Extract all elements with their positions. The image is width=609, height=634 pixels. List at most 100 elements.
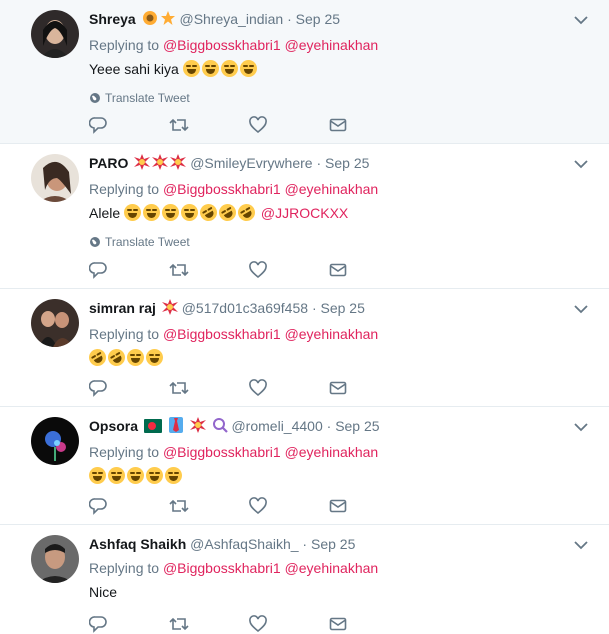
like-button[interactable] xyxy=(249,614,329,634)
display-name[interactable]: Shreya xyxy=(89,11,136,27)
tweet-3[interactable]: simran raj @517d01c3a69f458 · Sep 25 Rep… xyxy=(0,289,609,407)
mention-link[interactable]: @eyehinakhan xyxy=(285,37,379,53)
like-icon xyxy=(249,116,267,134)
chevron-down-icon[interactable] xyxy=(573,12,589,28)
sunflower-icon xyxy=(142,10,158,30)
replying-to: Replying to @Biggbosskhabri1 @eyehinakha… xyxy=(89,326,379,342)
rofl-emoji-icon xyxy=(215,200,240,225)
reply-button[interactable] xyxy=(89,614,169,634)
separator-dot: · xyxy=(302,536,308,552)
avatar[interactable] xyxy=(31,10,79,58)
reply-icon xyxy=(89,117,107,134)
timestamp[interactable]: Sep 25 xyxy=(311,536,355,552)
timestamp[interactable]: Sep 25 xyxy=(296,11,340,27)
display-name[interactable]: simran raj xyxy=(89,300,156,316)
handle[interactable]: @Shreya_indian xyxy=(179,11,283,27)
display-name[interactable]: Opsora xyxy=(89,418,138,434)
like-button[interactable] xyxy=(249,115,329,135)
dm-button[interactable] xyxy=(329,614,409,634)
joy-emoji-icon xyxy=(146,349,163,366)
dm-icon xyxy=(329,118,347,132)
mention-link[interactable]: @eyehinakhan xyxy=(285,444,379,460)
mention-link[interactable]: @JJROCKXX xyxy=(261,205,348,221)
retweet-button[interactable] xyxy=(169,115,249,135)
collision-icon xyxy=(170,154,187,174)
dm-button[interactable] xyxy=(329,260,409,280)
mention-link[interactable]: @Biggbosskhabri1 xyxy=(163,181,281,197)
like-button[interactable] xyxy=(249,260,329,280)
mention-link[interactable]: @Biggbosskhabri1 xyxy=(163,326,281,342)
tweet-text xyxy=(89,466,569,486)
retweet-icon xyxy=(169,263,189,277)
retweet-icon xyxy=(169,118,189,132)
avatar[interactable] xyxy=(31,299,79,347)
tweet-5[interactable]: Ashfaq Shaikh @AshfaqShaikh_ · Sep 25 Re… xyxy=(0,525,609,633)
avatar[interactable] xyxy=(31,417,79,465)
reply-button[interactable] xyxy=(89,260,169,280)
like-button[interactable] xyxy=(249,496,329,516)
chevron-down-icon[interactable] xyxy=(573,537,589,553)
joy-emoji-icon xyxy=(181,204,199,221)
replying-to: Replying to @Biggbosskhabri1 @eyehinakha… xyxy=(89,181,379,197)
globe-icon xyxy=(90,237,100,247)
collision-icon xyxy=(152,154,169,174)
action-bar xyxy=(89,115,409,135)
dm-icon xyxy=(329,263,347,277)
tweet-text: Alele @JJROCKXX xyxy=(89,200,569,225)
bangladesh-flag-icon xyxy=(143,419,162,437)
avatar[interactable] xyxy=(31,535,79,583)
timestamp[interactable]: Sep 25 xyxy=(325,155,369,171)
joy-emoji-icon xyxy=(127,467,144,484)
mention-link[interactable]: @Biggbosskhabri1 xyxy=(163,444,281,460)
handle[interactable]: @AshfaqShaikh_ xyxy=(190,536,298,552)
mention-link[interactable]: @eyehinakhan xyxy=(285,326,379,342)
retweet-button[interactable] xyxy=(169,260,249,280)
handle[interactable]: @517d01c3a69f458 xyxy=(182,300,308,316)
translate-tweet-link[interactable]: Translate Tweet xyxy=(89,235,569,249)
joy-emoji-icon xyxy=(143,204,161,221)
reply-button[interactable] xyxy=(89,496,169,516)
tweet-1[interactable]: Shreya @Shreya_indian · Sep 25 Replying … xyxy=(0,0,609,144)
magnifier-icon xyxy=(212,417,228,437)
reply-icon xyxy=(89,380,107,397)
joy-emoji-icon xyxy=(146,467,163,484)
display-name[interactable]: Ashfaq Shaikh xyxy=(89,536,186,552)
chevron-down-icon[interactable] xyxy=(573,301,589,317)
joy-emoji-icon xyxy=(239,60,257,77)
display-name[interactable]: PARO xyxy=(89,155,128,171)
retweet-button[interactable] xyxy=(169,614,249,634)
rofl-emoji-icon xyxy=(104,345,129,370)
joy-emoji-icon xyxy=(220,60,238,77)
chevron-down-icon[interactable] xyxy=(573,156,589,172)
translate-tweet-link[interactable]: Translate Tweet xyxy=(89,91,569,105)
replying-to: Replying to @Biggbosskhabri1 @eyehinakha… xyxy=(89,37,379,53)
reply-button[interactable] xyxy=(89,115,169,135)
retweet-button[interactable] xyxy=(169,496,249,516)
dm-icon xyxy=(329,617,347,631)
dm-button[interactable] xyxy=(329,496,409,516)
avatar[interactable] xyxy=(31,154,79,202)
retweet-button[interactable] xyxy=(169,378,249,398)
dm-button[interactable] xyxy=(329,378,409,398)
replying-to: Replying to @Biggbosskhabri1 @eyehinakha… xyxy=(89,560,379,576)
joy-emoji-icon xyxy=(127,349,144,366)
like-icon xyxy=(249,497,267,515)
joy-emoji-icon xyxy=(201,60,219,77)
action-bar xyxy=(89,378,409,398)
chevron-down-icon[interactable] xyxy=(573,419,589,435)
handle[interactable]: @romeli_4400 xyxy=(231,418,322,434)
handle[interactable]: @SmileyEvrywhere xyxy=(190,155,312,171)
like-button[interactable] xyxy=(249,378,329,398)
timestamp[interactable]: Sep 25 xyxy=(321,300,365,316)
mention-link[interactable]: @Biggbosskhabri1 xyxy=(163,560,281,576)
mention-link[interactable]: @eyehinakhan xyxy=(285,560,379,576)
timestamp[interactable]: Sep 25 xyxy=(335,418,379,434)
tweet-4[interactable]: Opsora @romeli_4400 · Sep 25 Replying to… xyxy=(0,407,609,525)
mention-link[interactable]: @Biggbosskhabri1 xyxy=(163,37,281,53)
mention-link[interactable]: @eyehinakhan xyxy=(285,181,379,197)
joy-emoji-icon xyxy=(165,467,182,484)
dm-button[interactable] xyxy=(329,115,409,135)
tweet-2[interactable]: PARO @SmileyEvrywhere · Sep 25 Replying … xyxy=(0,144,609,289)
reply-button[interactable] xyxy=(89,378,169,398)
retweet-icon xyxy=(169,499,189,513)
